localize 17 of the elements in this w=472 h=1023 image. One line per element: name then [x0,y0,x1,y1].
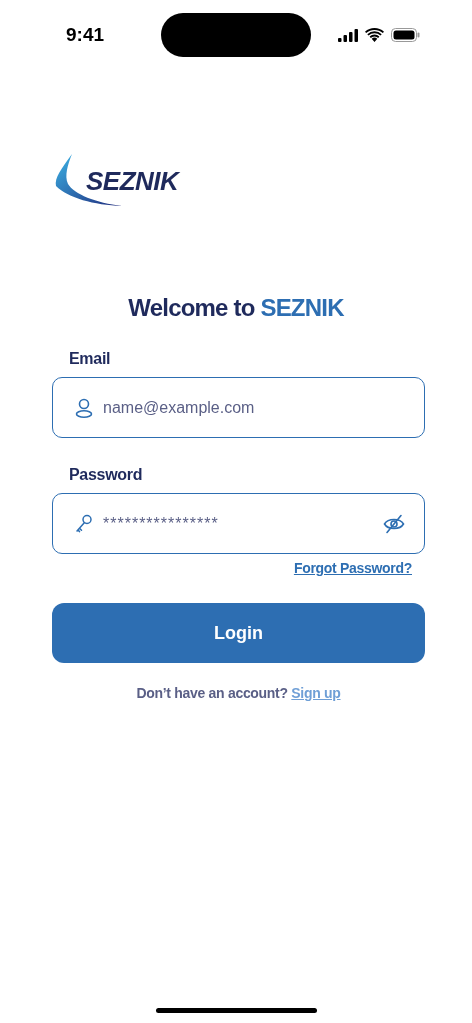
signup-prompt: Don’t have an account? [136,685,288,701]
forgot-password-link[interactable]: Forgot Password? [293,560,412,576]
welcome-title: Welcome to SEZNIK [127,294,345,322]
login-button[interactable]: Login [52,603,425,663]
signal-icon [338,28,358,42]
password-field[interactable]: **************** [52,493,425,554]
key-icon [75,513,93,534]
user-icon [75,397,93,418]
signup-link[interactable]: Sign up [291,685,341,701]
battery-icon [391,28,420,42]
field-label: Password [69,466,144,484]
logo-wordmark: SEZNIK [86,165,179,197]
field-label: Email [69,350,112,368]
email-field[interactable]: name@example.com [52,377,425,438]
wifi-icon [365,28,384,42]
status-time: 9:41 [66,24,105,46]
eye-slash-icon[interactable] [383,513,405,534]
